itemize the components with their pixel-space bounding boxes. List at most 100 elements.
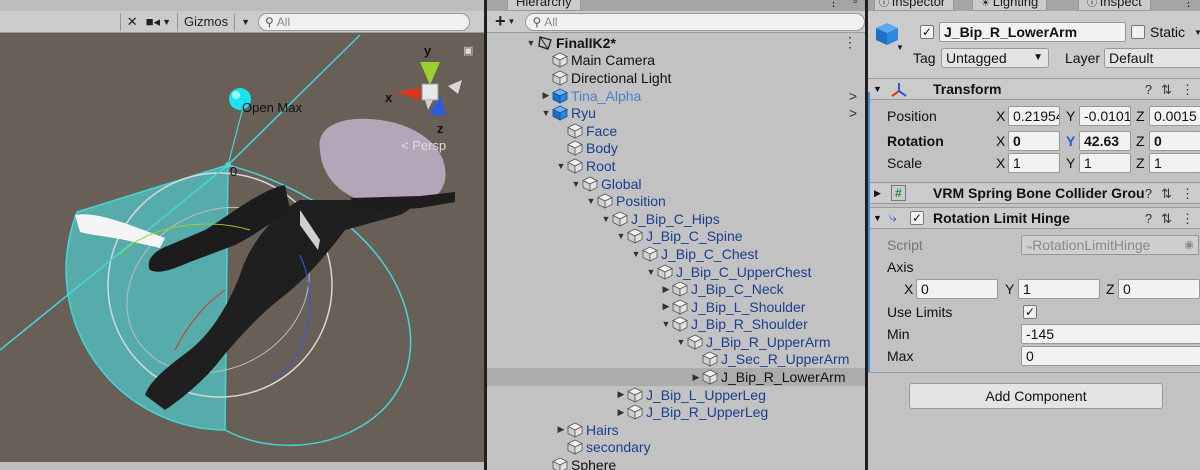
axis-x-label[interactable]: x [385, 90, 392, 105]
fold-open-icon[interactable]: ▼ [645, 267, 657, 277]
fold-open-icon[interactable]: ▼ [525, 38, 537, 48]
hierarchy-tree[interactable]: ▼ FinalIK2* ⋮ Main Camera Directional Light ▶… [487, 34, 865, 470]
more-icon[interactable]: ⋮ [843, 34, 857, 51]
spring-bone-header[interactable]: ▶ # VRM Spring Bone Collider Grou ? ⇅ ⋮ [868, 182, 1200, 204]
tag-dropdown[interactable]: Untagged ▼ [941, 48, 1049, 68]
fold-closed-icon[interactable]: ▶ [660, 284, 672, 295]
maximize-icon[interactable]: ▫ [853, 0, 857, 8]
hierarchy-item[interactable]: ▼ J_Bip_R_UpperArm [487, 333, 865, 351]
hierarchy-item[interactable]: secondary [487, 439, 865, 457]
hierarchy-item[interactable]: ▶ Hairs [487, 421, 865, 439]
help-icon[interactable]: ? [1145, 186, 1152, 202]
hierarchy-item[interactable]: ▶ J_Bip_R_UpperLeg [487, 403, 865, 421]
scene-viewport[interactable] [0, 0, 484, 470]
chevron-down-icon[interactable]: ▼ [896, 43, 904, 52]
axis-y-label[interactable]: y [424, 43, 431, 58]
create-button[interactable]: + ▼ [487, 11, 519, 32]
help-icon[interactable]: ? [1145, 211, 1152, 227]
hierarchy-item[interactable]: Face [487, 122, 865, 140]
hinge-header[interactable]: ▼ ⤷ ✓ Rotation Limit Hinge ? ⇅ ⋮ [868, 207, 1200, 229]
script-field[interactable]: ⤷RotationLimitHinge ◉ [1021, 235, 1199, 255]
hierarchy-item[interactable]: ▼ Ryu > [487, 104, 865, 122]
hierarchy-item[interactable]: ▶ Tina_Alpha > [487, 87, 865, 105]
fold-closed-icon[interactable]: ▶ [615, 389, 627, 400]
axis-y-field[interactable]: 1 [1018, 279, 1100, 299]
fold-open-icon[interactable]: ▼ [630, 249, 642, 259]
persp-label[interactable]: < Persp [401, 138, 446, 153]
hierarchy-item[interactable]: ▼ J_Bip_C_Spine [487, 228, 865, 246]
pos-x-field[interactable]: 0.21954 [1008, 106, 1060, 126]
help-icon[interactable]: ? [1145, 82, 1152, 98]
tab-lighting[interactable]: ☀ Lighting [972, 0, 1048, 11]
hierarchy-item[interactable]: ▼ Root [487, 157, 865, 175]
layer-dropdown[interactable]: Default [1104, 48, 1200, 68]
max-field[interactable]: 0 [1021, 346, 1200, 366]
fold-open-icon[interactable]: ▼ [585, 196, 597, 206]
active-checkbox[interactable]: ✓ [920, 25, 934, 39]
static-checkbox[interactable] [1131, 25, 1145, 39]
more-icon[interactable]: ⋮ [828, 0, 839, 9]
prefab-open-icon[interactable]: > [849, 105, 857, 121]
use-limits-checkbox[interactable]: ✓ [1023, 305, 1037, 319]
transform-header[interactable]: ▼ Transform ? ⇅ ⋮ [868, 78, 1200, 100]
rot-z-field[interactable]: 0 [1149, 131, 1200, 151]
fold-open-icon[interactable]: ▼ [600, 214, 612, 224]
target-icon[interactable]: ◉ [1184, 236, 1194, 254]
hierarchy-item[interactable]: ▼ J_Bip_C_Chest [487, 245, 865, 263]
lock-icon[interactable]: ▣ [463, 44, 473, 57]
fold-open-icon[interactable]: ▼ [555, 161, 567, 171]
hierarchy-item[interactable]: ▼ J_Bip_R_Shoulder [487, 316, 865, 334]
hierarchy-item[interactable]: Sphere [487, 456, 865, 470]
hierarchy-item[interactable]: J_Sec_R_UpperArm [487, 351, 865, 369]
min-field[interactable]: -145 [1021, 324, 1200, 344]
fold-closed-icon[interactable]: ▶ [874, 188, 881, 199]
fold-open-icon[interactable]: ▼ [873, 84, 882, 94]
hierarchy-item[interactable]: ▶ J_Bip_L_Shoulder [487, 298, 865, 316]
prefab-open-icon[interactable]: > [849, 88, 857, 104]
add-component-button[interactable]: Add Component [909, 383, 1163, 409]
fold-closed-icon[interactable]: ▶ [615, 407, 627, 418]
axis-z-label[interactable]: z [437, 121, 444, 136]
hierarchy-item[interactable]: ▼ Position [487, 192, 865, 210]
scene-view[interactable]: ✕ ■◂ ▼ Gizmos ▼ ⚲ All Open Max 0 < Persp y… [0, 0, 484, 470]
tools-button[interactable]: ✕ [123, 12, 142, 32]
fold-closed-icon[interactable]: ▶ [690, 372, 702, 383]
pos-y-field[interactable]: -0.0101 [1079, 106, 1131, 126]
pos-z-field[interactable]: 0.0015 [1149, 106, 1200, 126]
scale-z-field[interactable]: 1 [1149, 153, 1200, 173]
fold-closed-icon[interactable]: ▶ [660, 301, 672, 312]
fold-open-icon[interactable]: ▼ [660, 319, 672, 329]
hierarchy-item[interactable]: ▼ J_Bip_C_Hips [487, 210, 865, 228]
tab-inspect[interactable]: ⓘ Inspect [1078, 0, 1151, 11]
hierarchy-item[interactable]: ▶ J_Bip_R_LowerArm [487, 368, 865, 386]
fold-open-icon[interactable]: ▼ [615, 231, 627, 241]
gizmos-button[interactable]: Gizmos [180, 12, 232, 32]
tab-hierarchy[interactable]: Hierarchy [507, 0, 581, 11]
fold-open-icon[interactable]: ▼ [675, 337, 687, 347]
scale-x-field[interactable]: 1 [1008, 153, 1060, 173]
chevron-down-icon[interactable]: ▼ [1194, 28, 1200, 37]
more-icon[interactable]: ⋮ [1183, 0, 1194, 9]
rot-x-field[interactable]: 0 [1008, 131, 1060, 151]
fold-open-icon[interactable]: ▼ [873, 213, 882, 223]
scale-y-field[interactable]: 1 [1079, 153, 1131, 173]
hierarchy-item[interactable]: ▼ Global [487, 175, 865, 193]
hinge-enabled-checkbox[interactable]: ✓ [910, 211, 924, 225]
hierarchy-item[interactable]: ▶ J_Bip_C_Neck [487, 280, 865, 298]
fold-closed-icon[interactable]: ▶ [540, 90, 552, 101]
fold-open-icon[interactable]: ▼ [540, 108, 552, 118]
hierarchy-item[interactable]: Main Camera [487, 52, 865, 70]
camera-dropdown[interactable]: ■◂ ▼ [142, 12, 175, 32]
more-icon[interactable]: ⋮ [1181, 186, 1194, 202]
preset-icon[interactable]: ⇅ [1161, 211, 1172, 227]
hierarchy-search-input[interactable]: ⚲ All [525, 12, 865, 31]
hierarchy-item[interactable]: Body [487, 140, 865, 158]
fold-closed-icon[interactable]: ▶ [555, 424, 567, 435]
object-name-field[interactable]: J_Bip_R_LowerArm [939, 22, 1126, 42]
hierarchy-item[interactable]: ▼ FinalIK2* ⋮ [487, 34, 865, 52]
preset-icon[interactable]: ⇅ [1161, 186, 1172, 202]
preset-icon[interactable]: ⇅ [1161, 82, 1172, 98]
gizmos-dropdown-arrow[interactable]: ▼ [237, 12, 254, 32]
hierarchy-item[interactable]: ▶ J_Bip_L_UpperLeg [487, 386, 865, 404]
more-icon[interactable]: ⋮ [1181, 211, 1194, 227]
